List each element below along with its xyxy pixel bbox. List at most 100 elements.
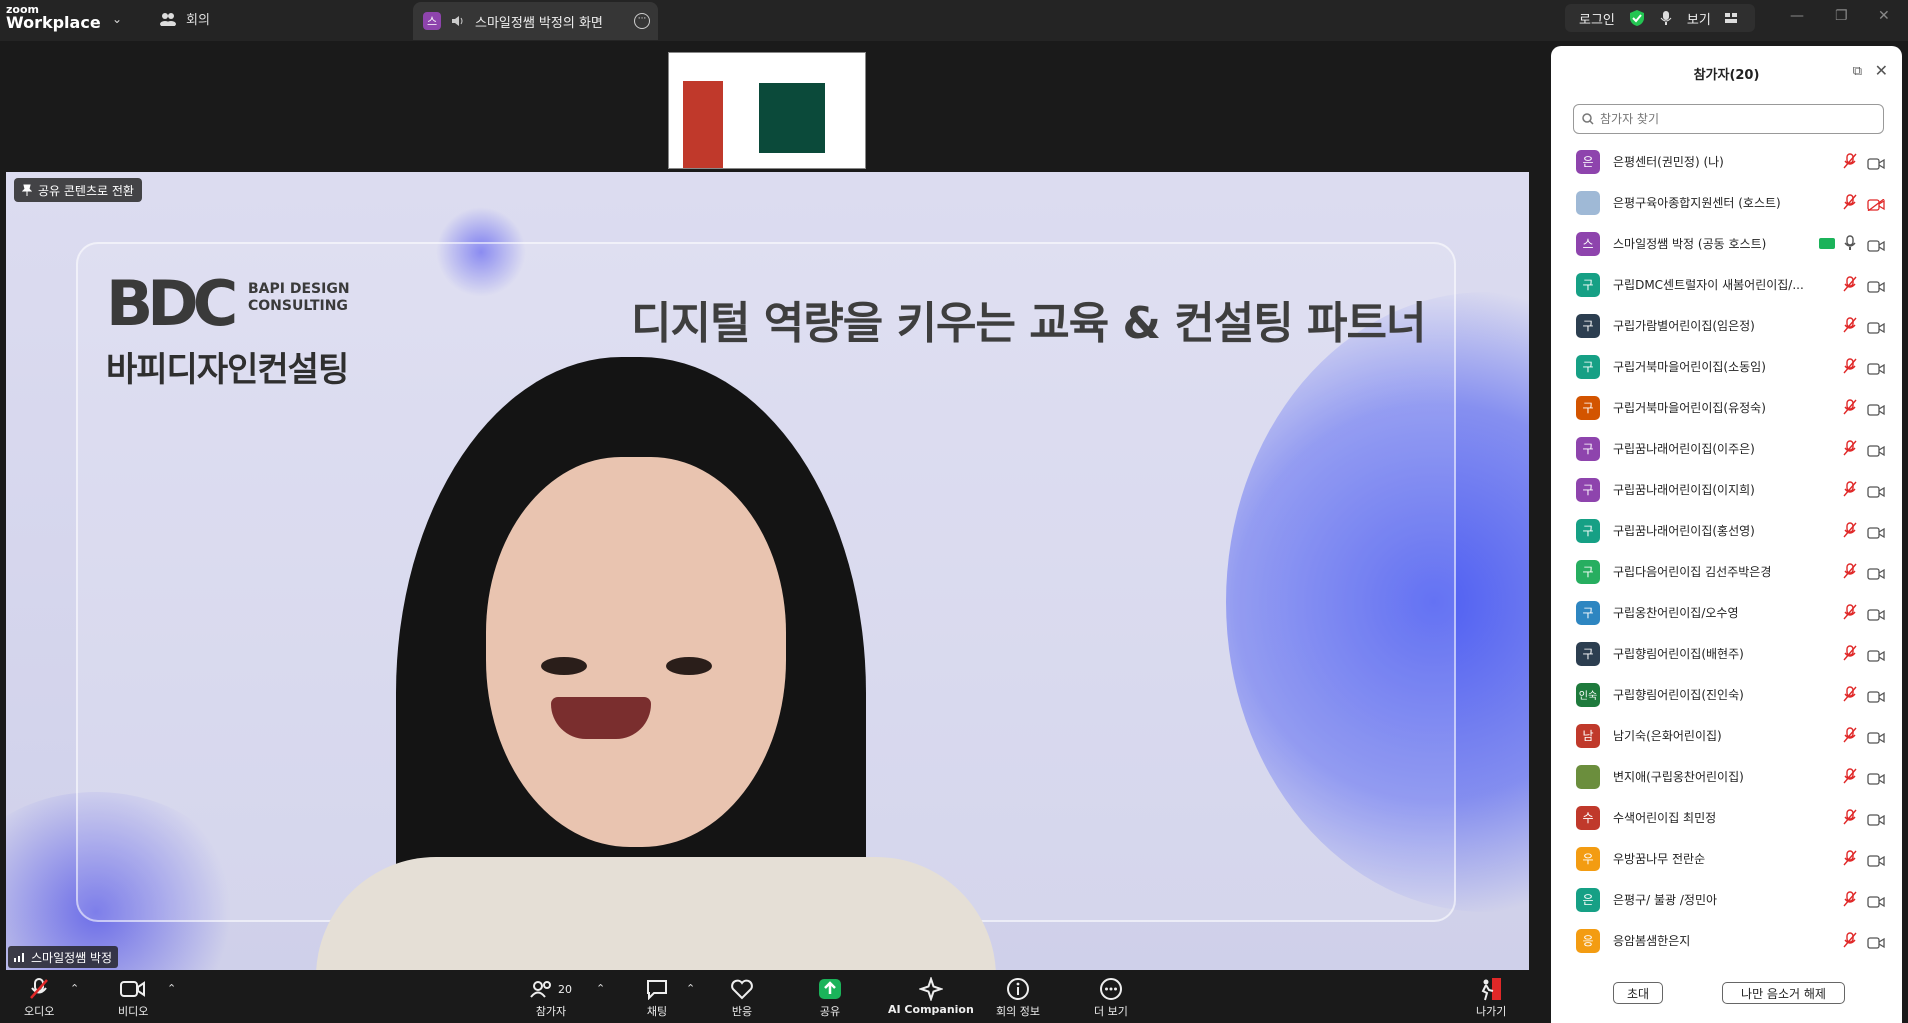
mic-muted-icon[interactable] <box>1843 522 1857 542</box>
participant-row[interactable]: 구 구립옹찬어린이집/오수영 <box>1551 592 1902 633</box>
video-camera-icon[interactable] <box>1867 524 1885 543</box>
audio-options-caret-icon[interactable]: ⌃ <box>70 982 79 995</box>
mic-muted-icon[interactable] <box>1843 481 1857 501</box>
participant-avatar: 남 <box>1576 723 1600 748</box>
participant-row[interactable]: 은평구육아종합지원센터 (호스트) <box>1551 182 1902 223</box>
reactions-button[interactable]: 반응 <box>730 976 754 1019</box>
video-camera-icon[interactable] <box>1867 401 1885 420</box>
video-camera-icon[interactable] <box>1867 606 1885 625</box>
participants-button[interactable]: 20 참가자 <box>530 976 572 1019</box>
mic-muted-icon[interactable] <box>1843 604 1857 624</box>
video-camera-icon[interactable] <box>1867 237 1885 256</box>
view-button[interactable]: 보기 <box>1687 9 1711 28</box>
leave-door-icon <box>1481 978 1502 1001</box>
video-camera-icon[interactable] <box>1867 811 1885 830</box>
meeting-info-button[interactable]: 회의 정보 <box>996 976 1040 1019</box>
participant-name: 구립꿈나래어린이집(이지희) <box>1613 483 1755 497</box>
participant-row[interactable]: 구 구립가람별어린이집(임은정) <box>1551 305 1902 346</box>
mic-muted-icon[interactable] <box>1843 768 1857 788</box>
participant-row[interactable]: 구 구립다음어린이집 김선주박은경 <box>1551 551 1902 592</box>
video-camera-icon[interactable] <box>1867 319 1885 338</box>
shared-screen-thumbnail[interactable] <box>668 52 866 169</box>
participant-row[interactable]: 수 수색어린이집 최민정 <box>1551 797 1902 838</box>
mic-muted-icon[interactable] <box>1843 891 1857 911</box>
participant-row[interactable]: 구 구립꿈나래어린이집(이주은) <box>1551 428 1902 469</box>
participant-search[interactable] <box>1573 104 1884 134</box>
mic-muted-icon[interactable] <box>1843 645 1857 665</box>
participant-list: 은 은평센터(권민정) (나) 은평구육아종합지원센터 (호스트) 스 스마일정쌤 박정… <box>1551 141 1902 961</box>
mic-muted-icon[interactable] <box>1843 563 1857 583</box>
video-camera-icon[interactable] <box>1867 278 1885 297</box>
video-camera-icon[interactable] <box>1867 729 1885 748</box>
mic-muted-icon[interactable] <box>1843 686 1857 706</box>
participant-row[interactable]: 응 응암봄샘한은지 <box>1551 920 1902 961</box>
mic-muted-icon[interactable] <box>1843 317 1857 337</box>
minimize-icon[interactable]: — <box>1790 8 1804 24</box>
mic-muted-icon[interactable] <box>1843 194 1857 214</box>
participant-row[interactable]: 남 남기숙(은화어린이집) <box>1551 715 1902 756</box>
participant-search-input[interactable] <box>1600 112 1860 126</box>
video-camera-icon[interactable] <box>1867 647 1885 666</box>
tab-screen-share[interactable]: 스 스마일정쌤 박정의 화면 ··· <box>413 2 658 40</box>
video-button[interactable]: 비디오 <box>118 976 148 1019</box>
tab-meeting[interactable]: 회의 <box>160 9 210 28</box>
close-window-icon[interactable]: ✕ <box>1878 8 1890 24</box>
participants-options-caret-icon[interactable]: ⌃ <box>596 982 605 995</box>
video-camera-icon[interactable] <box>1867 565 1885 584</box>
video-options-caret-icon[interactable]: ⌃ <box>167 982 176 995</box>
chevron-down-icon[interactable]: ⌄ <box>112 12 122 26</box>
mic-muted-icon[interactable] <box>1843 850 1857 870</box>
participant-row[interactable]: 은 은평센터(권민정) (나) <box>1551 141 1902 182</box>
more-options-icon[interactable]: ··· <box>634 13 650 29</box>
participant-row[interactable]: 구 구립꿈나래어린이집(이지희) <box>1551 469 1902 510</box>
video-camera-icon[interactable] <box>1867 852 1885 871</box>
video-camera-icon[interactable] <box>1867 934 1885 953</box>
mic-muted-icon[interactable] <box>1843 399 1857 419</box>
mic-muted-icon[interactable] <box>1843 727 1857 747</box>
chat-options-caret-icon[interactable]: ⌃ <box>686 982 695 995</box>
participant-row[interactable]: 변지애(구립옹찬어린이집) <box>1551 756 1902 797</box>
mic-muted-icon[interactable] <box>1843 153 1857 173</box>
login-button[interactable]: 로그인 <box>1579 9 1615 28</box>
pop-out-icon[interactable]: ⧉ <box>1853 64 1862 79</box>
video-camera-icon[interactable] <box>1867 770 1885 789</box>
audio-button[interactable]: 오디오 <box>24 976 54 1019</box>
zoom-workplace-logo[interactable]: zoom Workplace <box>6 4 101 31</box>
participant-row[interactable]: 구 구립거북마을어린이집(유정숙) <box>1551 387 1902 428</box>
mic-icon[interactable] <box>1843 235 1857 255</box>
mic-muted-icon[interactable] <box>1843 276 1857 296</box>
participant-row[interactable]: 우 우방꿈나무 전란순 <box>1551 838 1902 879</box>
video-camera-icon[interactable] <box>1867 360 1885 379</box>
video-camera-icon[interactable] <box>1867 688 1885 707</box>
invite-button[interactable]: 초대 <box>1613 982 1663 1004</box>
restore-icon[interactable]: ❐ <box>1835 8 1848 24</box>
share-button[interactable]: 공유 <box>818 976 842 1019</box>
mic-muted-icon[interactable] <box>1843 932 1857 952</box>
shield-check-icon[interactable] <box>1629 9 1645 27</box>
unmute-me-button[interactable]: 나만 음소거 해제 <box>1722 982 1845 1004</box>
video-off-icon[interactable] <box>1867 196 1885 215</box>
participant-avatar: 구 <box>1576 518 1600 543</box>
switch-to-shared-content-button[interactable]: 공유 콘텐츠로 전환 <box>14 178 142 202</box>
participant-row[interactable]: 구 구립향림어린이집(배현주) <box>1551 633 1902 674</box>
participant-row[interactable]: 구 구립거북마을어린이집(소동임) <box>1551 346 1902 387</box>
participant-row[interactable]: 인숙 구립향림어린이집(진인숙) <box>1551 674 1902 715</box>
video-camera-icon[interactable] <box>1867 155 1885 174</box>
mic-sparkle-icon[interactable] <box>1659 10 1673 26</box>
participant-row[interactable]: 구 구립꿈나래어린이집(홍선영) <box>1551 510 1902 551</box>
chat-icon <box>647 980 667 1000</box>
video-camera-icon[interactable] <box>1867 442 1885 461</box>
mic-muted-icon[interactable] <box>1843 440 1857 460</box>
more-button[interactable]: 더 보기 <box>1094 976 1128 1019</box>
participant-row[interactable]: 스 스마일정쌤 박정 (공동 호스트) <box>1551 223 1902 264</box>
close-panel-icon[interactable]: ✕ <box>1875 61 1888 80</box>
ai-companion-button[interactable]: AI Companion <box>888 976 974 1016</box>
chat-button[interactable]: 채팅 <box>645 976 669 1019</box>
mic-muted-icon[interactable] <box>1843 809 1857 829</box>
video-camera-icon[interactable] <box>1867 483 1885 502</box>
video-camera-icon[interactable] <box>1867 893 1885 912</box>
leave-button[interactable]: 나가기 <box>1476 976 1506 1019</box>
mic-muted-icon[interactable] <box>1843 358 1857 378</box>
participant-row[interactable]: 구 구립DMC센트럴자이 새봄어린이집/... <box>1551 264 1902 305</box>
participant-row[interactable]: 은 은평구/ 불광 /정민아 <box>1551 879 1902 920</box>
